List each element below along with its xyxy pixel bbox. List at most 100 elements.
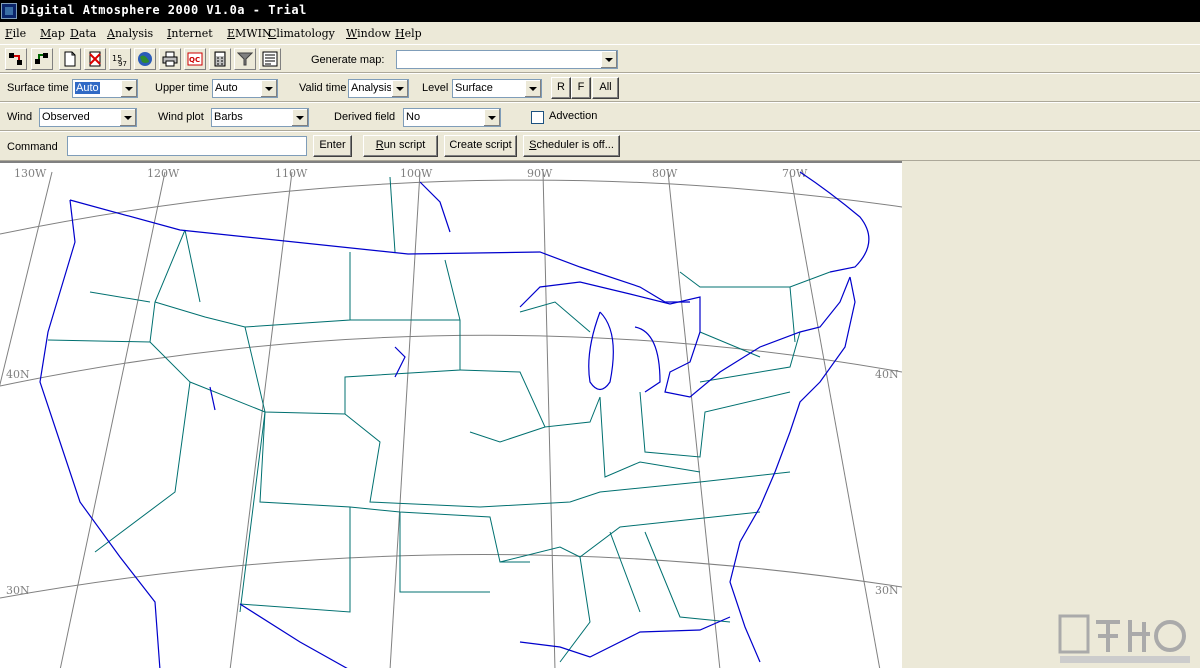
time-level-row: Surface time Auto Upper time Auto Valid …: [0, 73, 1200, 102]
map-view[interactable]: 130W 120W 110W 100W 90W 80W 70W 40N 30N …: [0, 161, 902, 668]
station-plot-icon: 1597: [112, 54, 127, 67]
quality-control-icon: QC: [187, 52, 203, 66]
menu-analysis[interactable]: Analysis: [107, 27, 153, 40]
menu-climatology[interactable]: Climatology: [268, 27, 335, 40]
command-label: Command: [7, 141, 58, 153]
chevron-down-icon[interactable]: [260, 80, 277, 97]
create-script-button[interactable]: Create script: [444, 135, 517, 157]
app-icon[interactable]: [1, 3, 17, 19]
generate-map-select[interactable]: [396, 50, 618, 69]
lon-label: 130W: [14, 167, 47, 180]
lat-label-left: 40N: [6, 368, 30, 381]
state-boundaries: [47, 176, 831, 663]
derived-field-select[interactable]: No: [403, 108, 501, 127]
chevron-down-icon[interactable]: [391, 80, 408, 97]
menu-emwin[interactable]: EMWIN: [227, 27, 272, 40]
new-button[interactable]: [59, 48, 81, 70]
level-select[interactable]: Surface: [452, 79, 542, 98]
station-button[interactable]: 15 97: [109, 48, 131, 70]
us-map-canvas[interactable]: 130W 120W 110W 100W 90W 80W 70W 40N 30N …: [0, 163, 902, 668]
advection-label: Advection: [549, 110, 598, 122]
wind-value: Observed: [42, 111, 90, 123]
lon-label: 70W: [782, 167, 808, 180]
wind-row: Wind Observed Wind plot Barbs Derived fi…: [0, 102, 1200, 131]
globe-icon: [138, 52, 152, 66]
qc-button[interactable]: QC: [184, 48, 206, 70]
menu-file[interactable]: File: [5, 27, 26, 40]
text-button[interactable]: [259, 48, 281, 70]
valid-time-label: Valid time: [299, 82, 347, 94]
wind-plot-select[interactable]: Barbs: [211, 108, 309, 127]
chevron-down-icon[interactable]: [120, 80, 137, 97]
lat-label-left: 30N: [6, 584, 30, 597]
derived-field-label: Derived field: [334, 111, 396, 123]
lat-label-right: 40N: [875, 368, 899, 381]
lon-label: 110W: [275, 167, 308, 180]
upper-time-select[interactable]: Auto: [212, 79, 278, 98]
export-button[interactable]: [31, 48, 53, 70]
print-button[interactable]: [159, 48, 181, 70]
chevron-down-icon[interactable]: [291, 109, 308, 126]
new-document-icon: [64, 51, 76, 67]
enter-button[interactable]: Enter: [313, 135, 352, 157]
surface-time-label: Surface time: [7, 82, 69, 94]
menu-map[interactable]: Map: [40, 27, 65, 40]
menu-window[interactable]: Window: [346, 27, 391, 40]
chevron-down-icon[interactable]: [524, 80, 541, 97]
export-icon: [35, 53, 48, 64]
import-icon: [9, 53, 22, 65]
latitude-gridlines: [0, 179, 902, 599]
svg-text:QC: QC: [189, 56, 200, 64]
delete-button[interactable]: [84, 48, 106, 70]
coordinate-labels: 130W 120W 110W 100W 90W 80W 70W 40N 30N …: [6, 167, 899, 597]
text-window-icon: [262, 51, 278, 67]
lon-label: 90W: [527, 167, 553, 180]
level-label: Level: [422, 82, 449, 94]
wind-plot-label: Wind plot: [158, 111, 204, 123]
surface-time-select[interactable]: Auto: [72, 79, 138, 98]
chevron-down-icon[interactable]: [119, 109, 136, 126]
wind-select[interactable]: Observed: [39, 108, 137, 127]
command-input[interactable]: [67, 136, 307, 156]
filter-icon: [237, 52, 253, 66]
lat-label-right: 30N: [875, 584, 899, 597]
printer-icon: [162, 51, 178, 67]
scheduler-button[interactable]: Scheduler is off...: [523, 135, 620, 157]
r-button[interactable]: R: [551, 77, 571, 99]
menu-bar: File Map Data Analysis Internet EMWIN Cl…: [0, 24, 1200, 44]
filter-button[interactable]: [234, 48, 256, 70]
wind-plot-value: Barbs: [214, 111, 243, 123]
calculator-icon: [214, 51, 226, 67]
advection-checkbox[interactable]: [531, 111, 544, 124]
site-logo-icon: [1058, 614, 1190, 663]
upper-time-value: Auto: [215, 82, 238, 94]
f-button[interactable]: F: [571, 77, 591, 99]
chevron-down-icon[interactable]: [600, 51, 617, 68]
lon-label: 80W: [652, 167, 678, 180]
toolbar: 15 97 QC Generate map:: [0, 44, 1200, 73]
menu-internet[interactable]: Internet: [167, 27, 213, 40]
coastlines: [39, 171, 870, 668]
valid-time-value: Analysis: [351, 82, 392, 94]
menu-help[interactable]: Help: [395, 27, 422, 40]
all-button[interactable]: All: [592, 77, 619, 99]
globe-button[interactable]: [134, 48, 156, 70]
delete-icon: [89, 51, 101, 67]
watermark-logo: [1058, 614, 1192, 664]
valid-time-select[interactable]: Analysis: [348, 79, 409, 98]
level-value: Surface: [455, 82, 493, 94]
chevron-down-icon[interactable]: [483, 109, 500, 126]
command-row: Command Enter Run script Create script S…: [0, 131, 1200, 161]
import-button[interactable]: [5, 48, 27, 70]
calculator-button[interactable]: [209, 48, 231, 70]
lon-label: 120W: [147, 167, 180, 180]
svg-text:97: 97: [118, 60, 127, 67]
wind-label: Wind: [7, 111, 33, 123]
derived-field-value: No: [406, 111, 421, 123]
upper-time-label: Upper time: [155, 82, 209, 94]
menu-data[interactable]: Data: [70, 27, 96, 40]
surface-time-value: Auto: [75, 82, 100, 94]
run-script-button[interactable]: Run script: [363, 135, 438, 157]
window-title: Digital Atmosphere 2000 V1.0a - Trial: [21, 3, 307, 17]
longitude-gridlines: [0, 171, 881, 668]
